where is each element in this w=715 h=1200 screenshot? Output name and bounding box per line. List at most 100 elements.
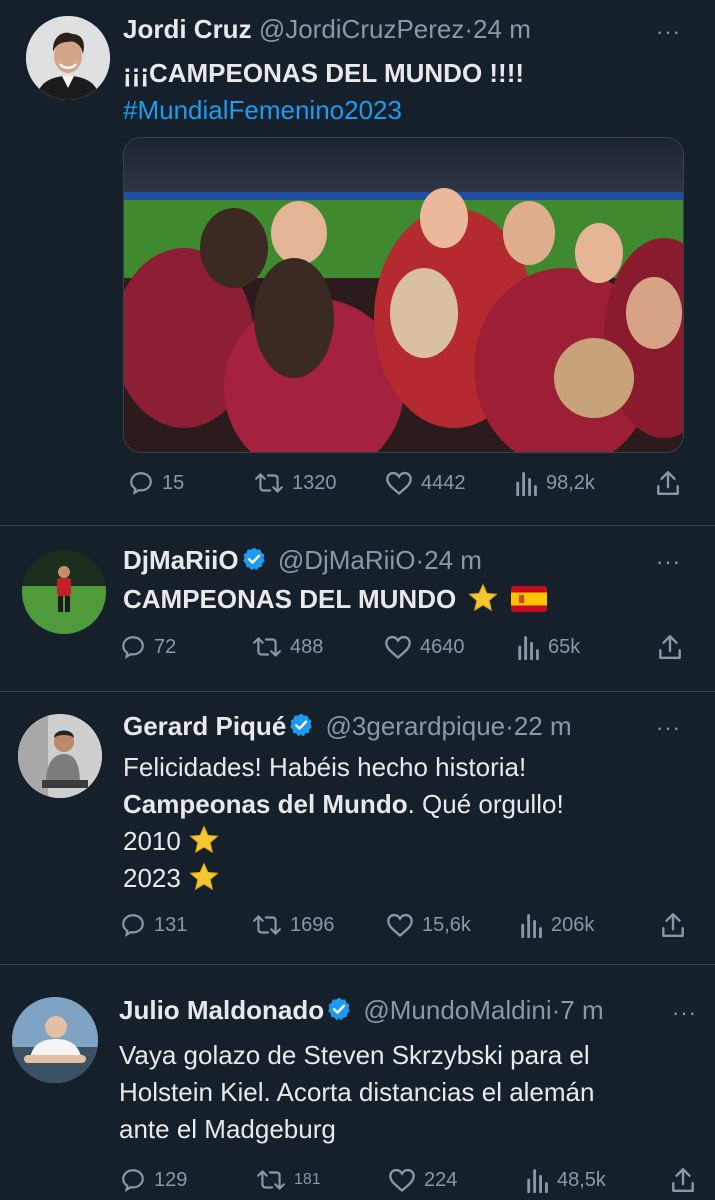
- views-button[interactable]: 65k: [516, 634, 580, 660]
- share-button[interactable]: [670, 1166, 696, 1194]
- year-2010: 2010: [123, 826, 181, 856]
- views-count: 98,2k: [546, 471, 595, 494]
- tweet-header: DjMaRiiO @DjMaRiiO·24 m: [123, 545, 482, 575]
- views-count: 65k: [548, 635, 581, 658]
- share-icon: [662, 913, 684, 937]
- tweet-actions: 131 1696 15,6k 206k: [120, 908, 695, 942]
- reply-icon: [130, 472, 152, 495]
- reply-count: 72: [154, 635, 177, 658]
- reply-count: 15: [162, 471, 185, 494]
- more-options-button[interactable]: ···: [672, 1002, 697, 1024]
- tweet-gerard-pique[interactable]: Gerard Piqué @3gerardpique·22 m ··· Feli…: [0, 692, 715, 965]
- tweet-header: Julio Maldonado @MundoMaldini·7 m: [119, 995, 604, 1025]
- like-icon: [387, 913, 413, 938]
- timestamp[interactable]: 22 m: [514, 711, 572, 741]
- tweet-text-line: Felicidades! Habéis hecho historia!: [123, 752, 527, 782]
- tweet-text-line: Campeonas del Mundo. Qué orgullo!: [123, 786, 693, 823]
- tweet-text-line: ¡¡¡CAMPEONAS DEL MUNDO !!!!: [123, 58, 525, 88]
- reply-button[interactable]: 15: [128, 470, 184, 496]
- share-button[interactable]: [660, 911, 686, 939]
- author-name[interactable]: Julio Maldonado: [119, 995, 324, 1025]
- author-handle[interactable]: @DjMaRiiO: [278, 545, 416, 575]
- like-count: 4442: [421, 471, 466, 494]
- star-icon: [468, 583, 499, 612]
- tweet-actions: 15 1320 4442 98,2k: [120, 466, 695, 500]
- author-name[interactable]: DjMaRiiO: [123, 545, 239, 575]
- retweet-count: 488: [290, 635, 324, 658]
- tweet-header: Gerard Piqué @3gerardpique·22 m: [123, 711, 572, 741]
- retweet-button[interactable]: 181: [256, 1167, 321, 1193]
- tweet-actions: 129 181 224 48,5k: [120, 1163, 695, 1197]
- tweet-text-line: Holstein Kiel. Acorta distancias el alem…: [119, 1077, 595, 1107]
- tweet-text-line: ante el Madgeburg: [119, 1114, 336, 1144]
- share-button[interactable]: [655, 469, 681, 497]
- avatar[interactable]: [22, 550, 106, 634]
- like-button[interactable]: 4442: [385, 470, 466, 496]
- author-handle[interactable]: @3gerardpique: [326, 711, 506, 741]
- author-handle[interactable]: @JordiCruzPerez: [259, 14, 465, 44]
- avatar[interactable]: [18, 714, 102, 798]
- verified-icon: [290, 713, 313, 737]
- tweet-text: Vaya golazo de Steven Skrzybski para el …: [119, 1037, 709, 1148]
- retweet-button[interactable]: 1320: [254, 470, 337, 496]
- retweet-icon: [253, 637, 281, 657]
- tweet-julio-maldonado[interactable]: Julio Maldonado @MundoMaldini·7 m ··· Va…: [0, 965, 715, 1200]
- retweet-icon: [257, 1170, 285, 1190]
- reply-button[interactable]: 72: [120, 634, 176, 660]
- retweet-count: 181: [294, 1171, 321, 1188]
- avatar[interactable]: [26, 16, 110, 100]
- hashtag-link[interactable]: #MundialFemenino2023: [123, 92, 693, 129]
- verified-icon: [328, 997, 350, 1021]
- like-count: 15,6k: [422, 913, 471, 936]
- star-icon: [189, 825, 219, 854]
- tweet-djmariio[interactable]: DjMaRiiO @DjMaRiiO·24 m ··· CAMPEONAS DE…: [0, 526, 715, 692]
- author-handle[interactable]: @MundoMaldini: [363, 995, 551, 1025]
- like-icon: [385, 635, 411, 660]
- tweet-actions: 72 488 4640 65k: [120, 630, 695, 664]
- like-count: 224: [424, 1168, 458, 1191]
- author-name[interactable]: Gerard Piqué: [123, 711, 286, 741]
- like-button[interactable]: 15,6k: [386, 912, 471, 938]
- tweet-text: ¡¡¡CAMPEONAS DEL MUNDO !!!! #MundialFeme…: [123, 55, 693, 129]
- reply-button[interactable]: 131: [120, 912, 187, 938]
- avatar[interactable]: [12, 997, 98, 1083]
- like-icon: [389, 1168, 415, 1193]
- separator-dot: ·: [464, 14, 474, 44]
- views-button[interactable]: 98,2k: [514, 470, 595, 496]
- views-button[interactable]: 206k: [519, 912, 594, 938]
- tweet-text-line: 2010: [123, 823, 693, 860]
- timestamp[interactable]: 24 m: [424, 545, 482, 575]
- like-button[interactable]: 224: [388, 1167, 457, 1193]
- more-options-button[interactable]: ···: [656, 717, 681, 739]
- more-options-button[interactable]: ···: [656, 551, 681, 573]
- tweet-text-line: 2023: [123, 860, 693, 897]
- views-icon: [527, 1169, 548, 1193]
- reply-icon: [122, 1169, 144, 1192]
- tweet-photo[interactable]: [123, 137, 684, 453]
- reply-icon: [122, 636, 144, 659]
- like-count: 4640: [420, 635, 465, 658]
- like-icon: [386, 471, 412, 496]
- more-options-button[interactable]: ···: [656, 21, 681, 43]
- tweet-jordi-cruz[interactable]: Jordi Cruz @JordiCruzPerez·24 m ··· ¡¡¡C…: [0, 0, 715, 526]
- views-icon: [516, 472, 537, 496]
- retweet-icon: [255, 473, 283, 493]
- views-button[interactable]: 48,5k: [525, 1167, 606, 1193]
- retweet-button[interactable]: 488: [252, 634, 323, 660]
- timestamp[interactable]: 24 m: [473, 14, 531, 44]
- tweet-header: Jordi Cruz @JordiCruzPerez·24 m: [123, 14, 531, 44]
- reply-icon: [122, 914, 144, 937]
- verified-icon: [242, 547, 265, 571]
- retweet-button[interactable]: 1696: [252, 912, 335, 938]
- tweet-text-bold: Campeonas del Mundo: [123, 789, 408, 819]
- like-button[interactable]: 4640: [384, 634, 465, 660]
- views-icon: [518, 636, 539, 660]
- timestamp[interactable]: 7 m: [560, 995, 603, 1025]
- share-button[interactable]: [657, 633, 683, 661]
- separator-dot: ·: [551, 995, 561, 1025]
- reply-count: 129: [154, 1168, 188, 1191]
- separator-dot: ·: [505, 711, 514, 741]
- author-name[interactable]: Jordi Cruz: [123, 14, 252, 44]
- share-icon: [657, 471, 679, 495]
- reply-button[interactable]: 129: [120, 1167, 187, 1193]
